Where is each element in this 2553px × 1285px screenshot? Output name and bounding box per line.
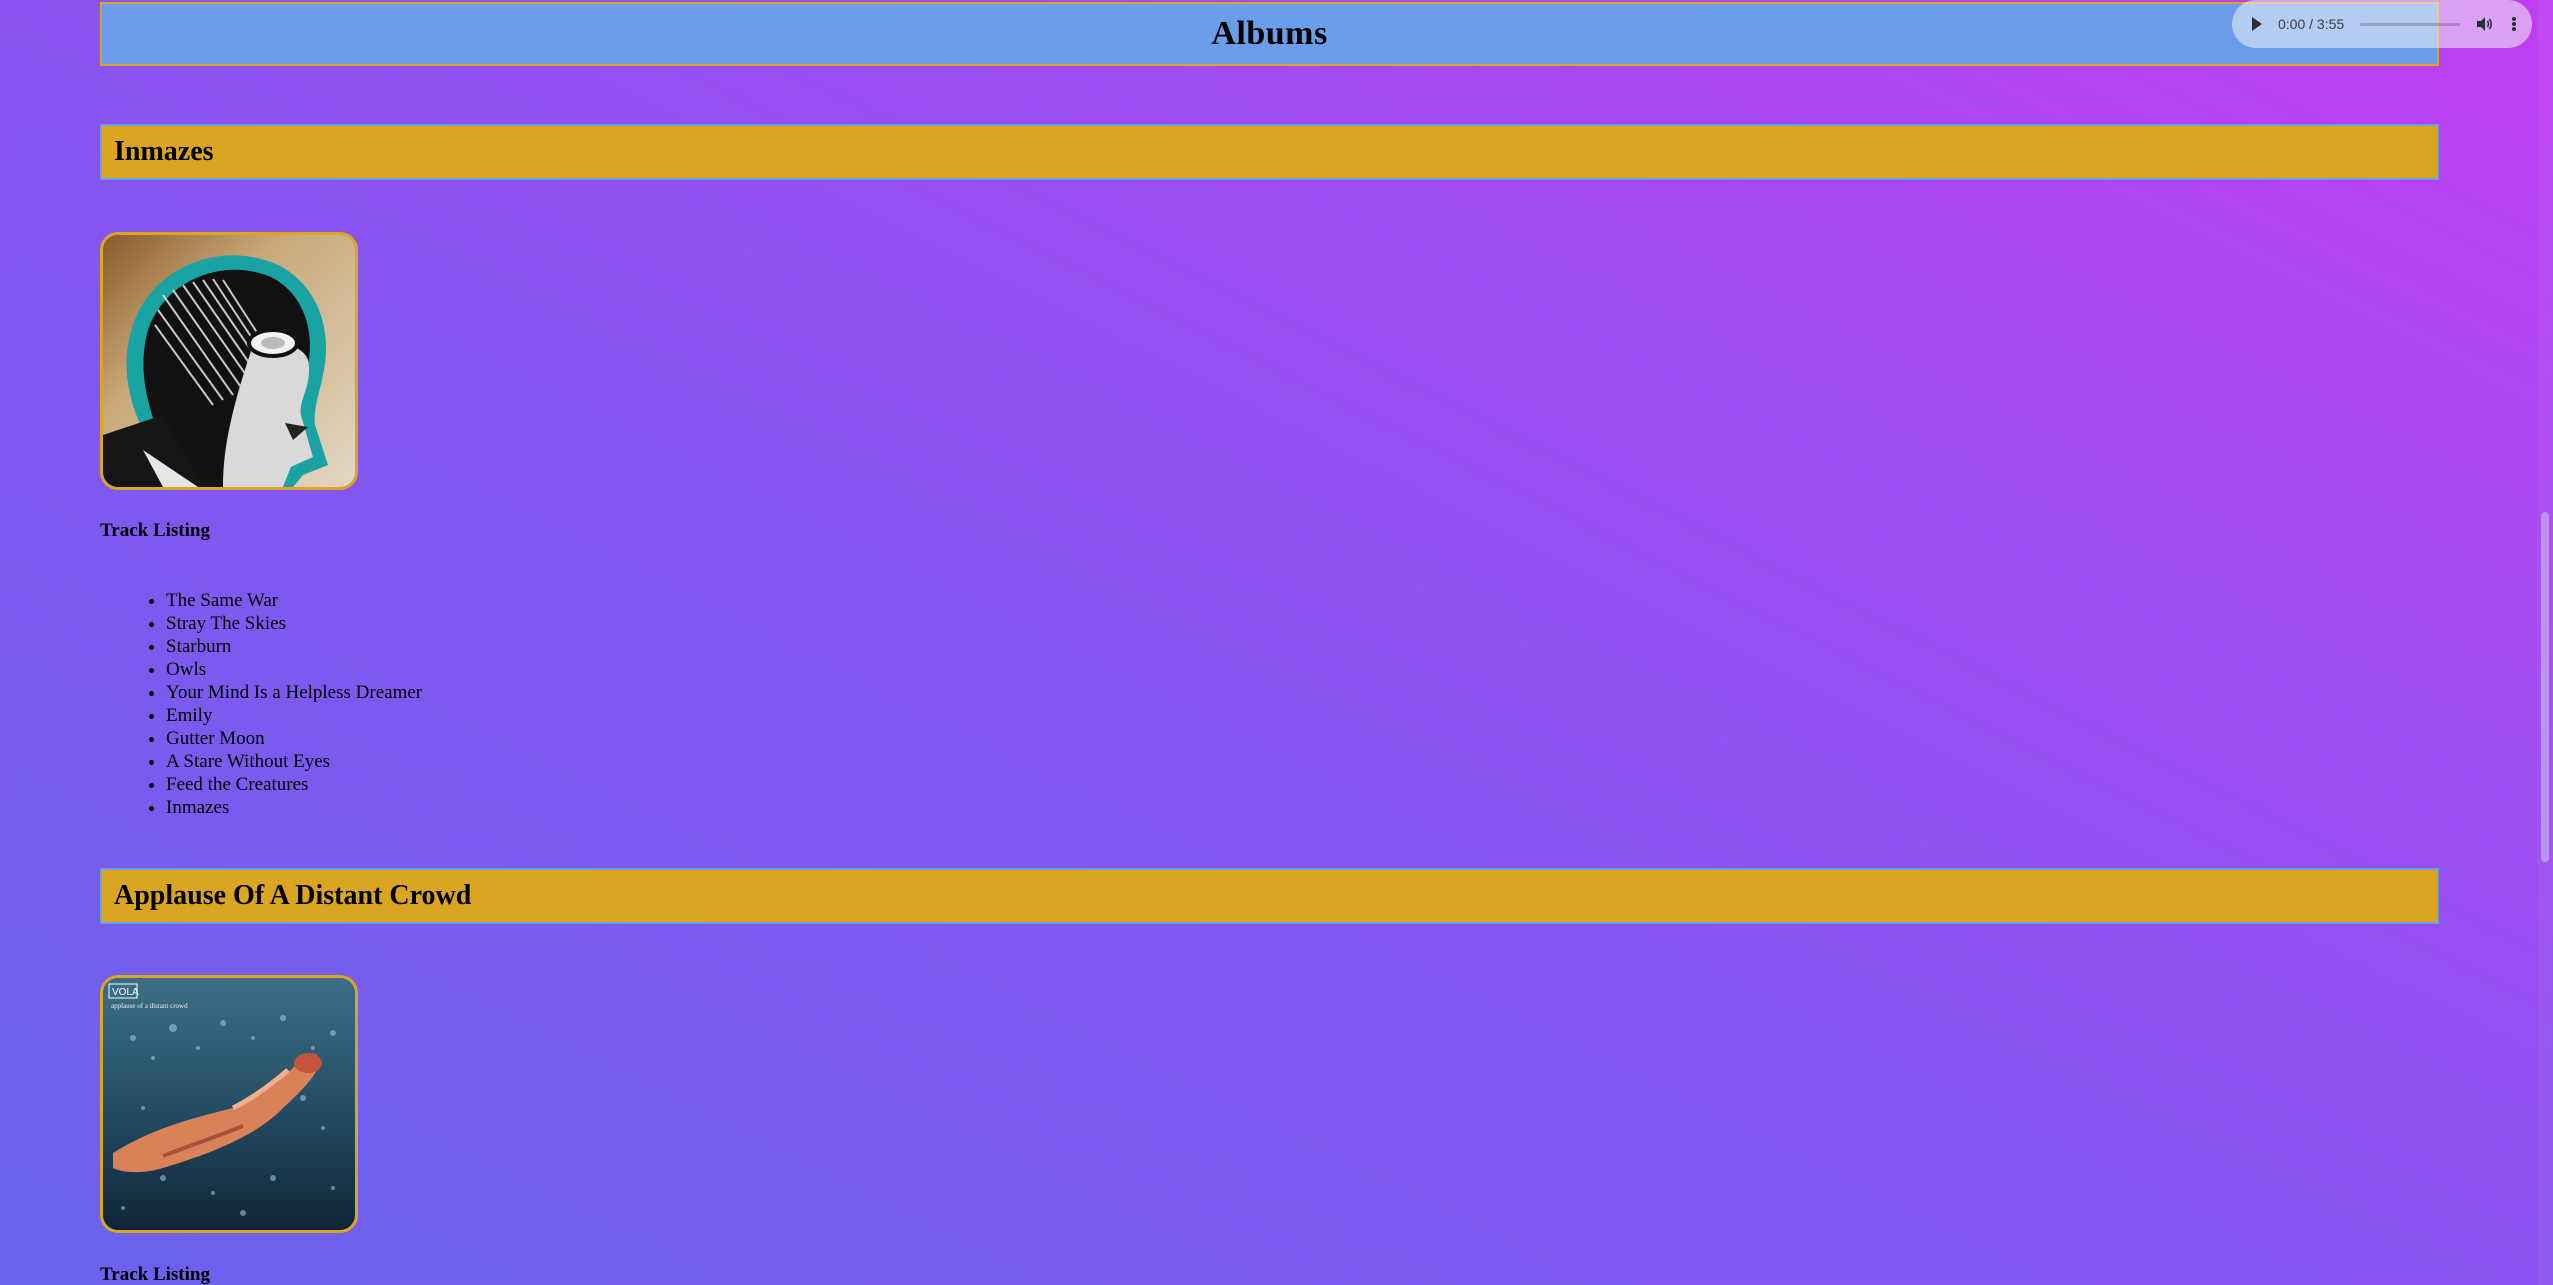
track-item: A Stare Without Eyes — [166, 750, 422, 773]
cover-band-name: VOLA — [112, 987, 139, 998]
audio-player[interactable]: 0:00 / 3:55 — [2232, 0, 2532, 48]
track-item: Your Mind Is a Helpless Dreamer — [166, 681, 422, 704]
album-title: Inmazes — [114, 136, 214, 167]
album-title: Applause Of A Distant Crowd — [114, 880, 472, 911]
album-header: Applause Of A Distant Crowd — [100, 868, 2439, 924]
scrollbar-thumb[interactable] — [2541, 512, 2549, 862]
more-options-icon[interactable] — [2512, 17, 2516, 31]
cover-album-name: applause of a distant crowd — [111, 1002, 188, 1010]
track-item: Owls — [166, 658, 422, 681]
album-cover-image — [100, 232, 358, 490]
page-title: Albums — [1211, 15, 1328, 52]
track-item: The Same War — [166, 589, 422, 612]
album-header: Inmazes — [100, 124, 2439, 180]
track-item: Emily — [166, 704, 422, 727]
page-scrollbar[interactable] — [2537, 0, 2553, 1285]
volume-icon[interactable] — [2476, 16, 2494, 32]
page-header: Albums — [100, 2, 2439, 66]
play-icon[interactable] — [2252, 17, 2262, 31]
track-item: Feed the Creatures — [166, 773, 422, 796]
track-item: Stray The Skies — [166, 612, 422, 635]
track-listing-heading: Track Listing — [100, 1264, 210, 1285]
track-item: Inmazes — [166, 796, 422, 819]
track-item: Gutter Moon — [166, 727, 422, 750]
track-list: The Same War Stray The Skies Starburn Ow… — [100, 589, 422, 819]
audio-time: 0:00 / 3:55 — [2278, 16, 2345, 32]
audio-progress-bar[interactable] — [2360, 22, 2460, 26]
track-listing-heading: Track Listing — [100, 520, 210, 541]
track-item: Starburn — [166, 635, 422, 658]
album-cover-image: VOLA applause of a distant crowd — [100, 975, 358, 1233]
